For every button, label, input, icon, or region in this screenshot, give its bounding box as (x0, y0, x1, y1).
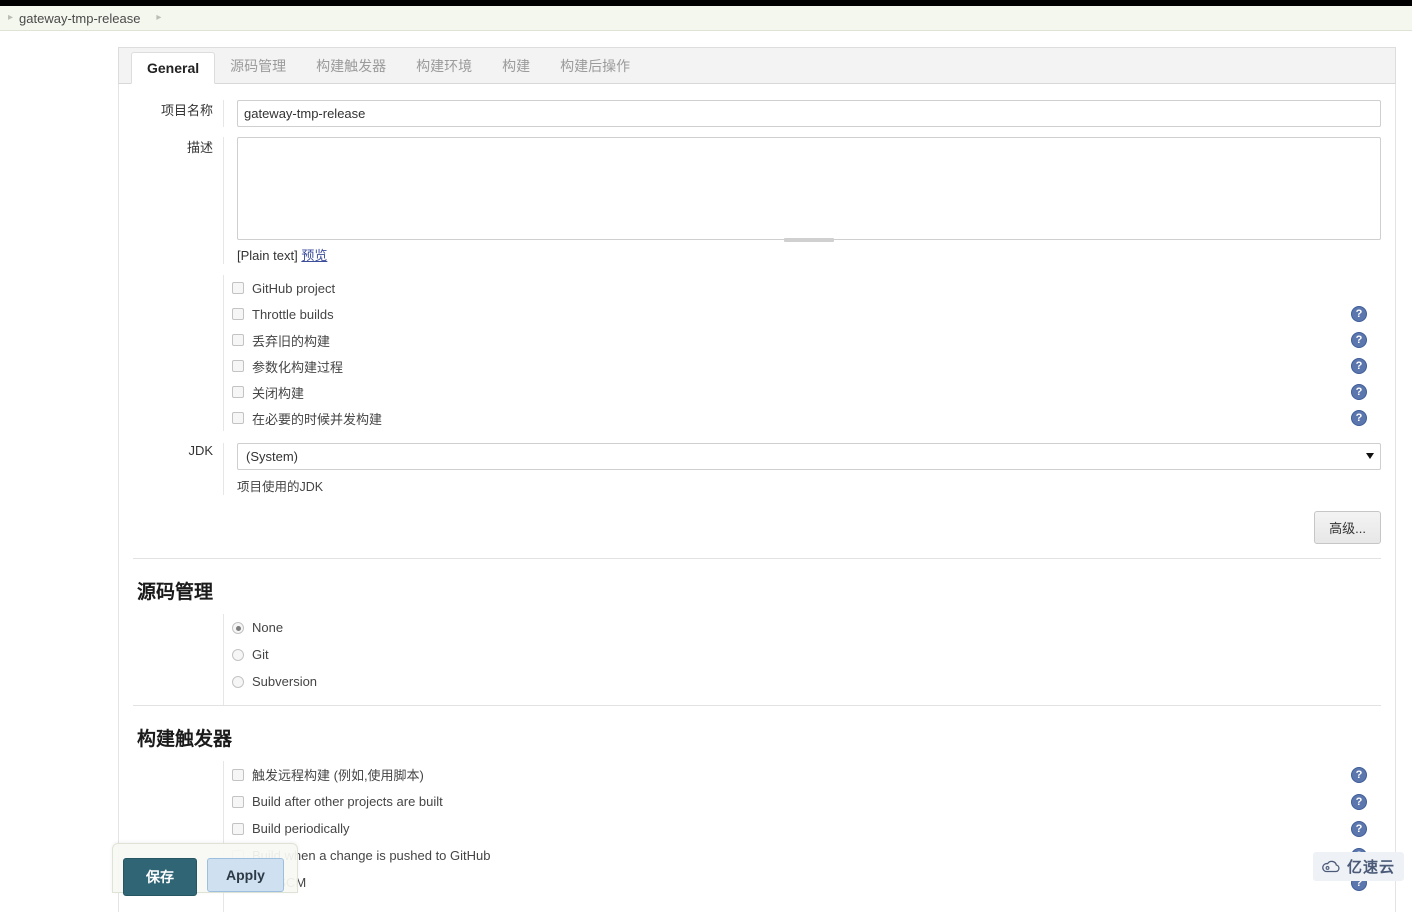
project-name-row: 项目名称 (119, 84, 1395, 127)
checkbox-label-github-project: GitHub project (252, 281, 335, 296)
help-icon-trigger-remote[interactable]: ? (1351, 767, 1367, 783)
tab-general[interactable]: General (131, 52, 215, 84)
help-icon-discard-old-builds[interactable]: ? (1351, 332, 1367, 348)
radio-scm-none[interactable] (232, 622, 244, 634)
tab-post-build-actions[interactable]: 构建后操作 (545, 48, 645, 83)
radio-row-scm-git[interactable]: Git (232, 641, 1381, 668)
breadcrumb: ▸ gateway-tmp-release ▸ (0, 6, 1412, 31)
checkbox-discard-old-builds[interactable] (232, 334, 244, 346)
advanced-button[interactable]: 高级... (1314, 511, 1381, 544)
radio-scm-subversion[interactable] (232, 676, 244, 688)
radio-row-scm-subversion[interactable]: Subversion (232, 668, 1381, 695)
project-name-label: 项目名称 (119, 100, 223, 119)
checkbox-label-disable-build: 关闭构建 (252, 383, 304, 402)
general-options-row: GitHub project Throttle builds ? 丢弃旧的构建 … (119, 264, 1395, 431)
checkbox-parameterized-build[interactable] (232, 360, 244, 372)
radio-label-scm-none: None (252, 620, 283, 635)
breadcrumb-chevron-icon[interactable]: ▸ (144, 13, 161, 23)
checkbox-build-periodically[interactable] (232, 823, 244, 835)
description-format-row: [Plain text] 预览 (237, 240, 1381, 264)
scm-options-row: None Git Subversion (119, 614, 1395, 705)
checkbox-label-build-periodically: Build periodically (252, 821, 350, 836)
description-row: 描述 [Plain text] 预览 (119, 127, 1395, 264)
textarea-resize-handle[interactable] (784, 238, 834, 242)
config-tab-bar: General 源码管理 构建触发器 构建环境 构建 构建后操作 (118, 47, 1396, 84)
checkbox-trigger-remote[interactable] (232, 769, 244, 781)
triggers-options-row: 触发远程构建 (例如,使用脚本) ? Build after other pro… (119, 761, 1395, 912)
checkbox-label-concurrent-build: 在必要的时候并发构建 (252, 409, 382, 428)
description-label: 描述 (119, 137, 223, 156)
help-icon-concurrent-build[interactable]: ? (1351, 410, 1367, 426)
jdk-label: JDK (119, 443, 223, 458)
breadcrumb-item-job[interactable]: gateway-tmp-release (19, 11, 144, 26)
checkbox-row-disable-build[interactable]: 关闭构建 ? (232, 379, 1381, 405)
tab-build[interactable]: 构建 (487, 48, 545, 83)
checkbox-build-after-projects[interactable] (232, 796, 244, 808)
advanced-button-wrap: 高级... (119, 495, 1395, 558)
checkbox-row-build-after-projects[interactable]: Build after other projects are built ? (232, 788, 1381, 815)
checkbox-label-trigger-remote: 触发远程构建 (例如,使用脚本) (252, 765, 424, 784)
checkbox-github-project[interactable] (232, 282, 244, 294)
jdk-row: JDK (System) 项目使用的JDK (119, 431, 1395, 495)
jdk-select[interactable]: (System) (237, 443, 1381, 470)
radio-label-scm-git: Git (252, 647, 269, 662)
description-preview-link[interactable]: 预览 (301, 248, 327, 263)
checkbox-row-build-periodically[interactable]: Build periodically ? (232, 815, 1381, 842)
config-form-body: 项目名称 描述 [Plain text] 预览 (118, 84, 1396, 912)
tab-source-management[interactable]: 源码管理 (215, 48, 301, 83)
help-icon-build-after-projects[interactable]: ? (1351, 794, 1367, 810)
checkbox-row-trigger-remote[interactable]: 触发远程构建 (例如,使用脚本) ? (232, 761, 1381, 788)
radio-scm-git[interactable] (232, 649, 244, 661)
checkbox-label-throttle-builds: Throttle builds (252, 307, 334, 322)
description-textarea[interactable] (237, 137, 1381, 240)
help-icon-build-periodically[interactable]: ? (1351, 821, 1367, 837)
save-button[interactable]: 保存 (123, 858, 197, 896)
config-panel: General 源码管理 构建触发器 构建环境 构建 构建后操作 项目名称 描述 (118, 47, 1396, 912)
checkbox-row-discard-old-builds[interactable]: 丢弃旧的构建 ? (232, 327, 1381, 353)
checkbox-label-build-after-projects: Build after other projects are built (252, 794, 443, 809)
watermark-text: 亿速云 (1347, 856, 1395, 877)
tab-build-environment[interactable]: 构建环境 (401, 48, 487, 83)
checkbox-label-discard-old-builds: 丢弃旧的构建 (252, 331, 330, 350)
section-heading-scm: 源码管理 (119, 559, 1395, 614)
checkbox-row-build-on-github-push[interactable]: Build when a change is pushed to GitHub … (232, 842, 1381, 869)
checkbox-disable-build[interactable] (232, 386, 244, 398)
radio-row-scm-none[interactable]: None (232, 614, 1381, 641)
jdk-help-note: 项目使用的JDK (237, 470, 1381, 495)
section-heading-triggers: 构建触发器 (119, 706, 1395, 761)
watermark: 亿速云 (1313, 852, 1404, 881)
help-icon-disable-build[interactable]: ? (1351, 384, 1367, 400)
checkbox-throttle-builds[interactable] (232, 308, 244, 320)
checkbox-concurrent-build[interactable] (232, 412, 244, 424)
tab-build-triggers[interactable]: 构建触发器 (301, 48, 401, 83)
cloud-icon (1320, 859, 1342, 874)
checkbox-row-github-project[interactable]: GitHub project (232, 275, 1381, 301)
help-icon-throttle-builds[interactable]: ? (1351, 306, 1367, 322)
breadcrumb-leading-separator-icon: ▸ (0, 13, 19, 23)
checkbox-row-throttle-builds[interactable]: Throttle builds ? (232, 301, 1381, 327)
checkbox-label-parameterized-build: 参数化构建过程 (252, 357, 343, 376)
project-name-input[interactable] (237, 100, 1381, 127)
checkbox-row-poll-scm[interactable]: Poll SCM ? (232, 869, 1381, 896)
plain-text-label: [Plain text] (237, 248, 298, 263)
help-icon-parameterized-build[interactable]: ? (1351, 358, 1367, 374)
radio-label-scm-subversion: Subversion (252, 674, 317, 689)
jdk-select-value: (System) (246, 449, 298, 464)
checkbox-row-parameterized-build[interactable]: 参数化构建过程 ? (232, 353, 1381, 379)
floating-save-bar: 保存 Apply (112, 843, 298, 893)
checkbox-row-concurrent-build[interactable]: 在必要的时候并发构建 ? (232, 405, 1381, 431)
